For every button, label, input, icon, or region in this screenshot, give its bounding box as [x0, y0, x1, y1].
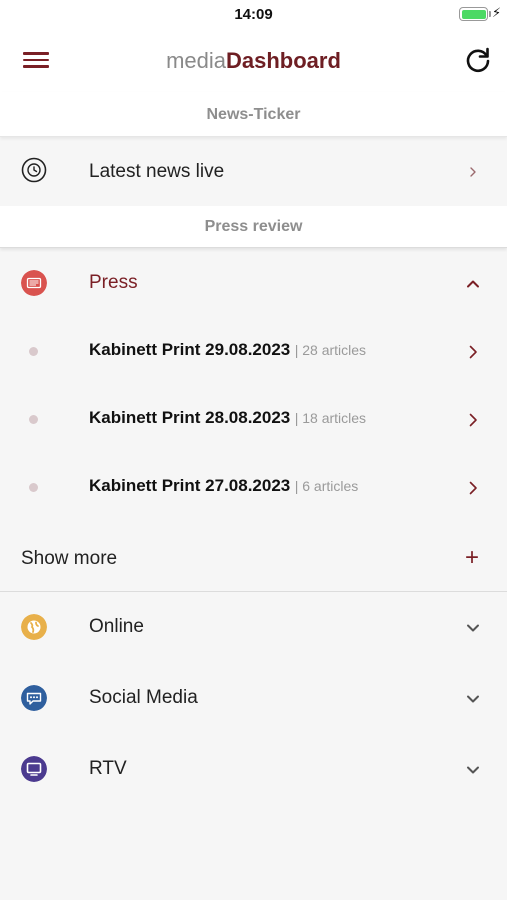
status-bar: 14:09 ⚡: [0, 0, 507, 30]
bullet-dot: [29, 483, 38, 492]
chevron-down-icon: [467, 695, 479, 703]
latest-news-live-label: Latest news live: [89, 161, 225, 182]
chevron-right-icon: [469, 481, 477, 495]
battery-icon: [459, 7, 488, 21]
press-item-count: | 6 articles: [294, 478, 359, 494]
category-rtv[interactable]: RTV: [0, 736, 507, 806]
brand-bold: Dashboard: [226, 48, 341, 73]
press-item-title: Kabinett Print 28.08.2023: [89, 408, 291, 427]
plus-icon: +: [465, 544, 480, 571]
chevron-up-icon: [467, 280, 479, 288]
category-social-media-label: Social Media: [89, 687, 198, 708]
globe-icon: [21, 614, 47, 640]
show-more-label: Show more: [21, 548, 118, 569]
chat-icon: [21, 685, 47, 711]
press-item-title: Kabinett Print 29.08.2023: [89, 340, 291, 359]
chevron-right-icon: [470, 167, 476, 177]
show-more-button[interactable]: Show more +: [0, 524, 507, 592]
category-online[interactable]: Online: [0, 594, 507, 664]
press-review-heading: Press review: [0, 206, 507, 248]
bullet-dot: [29, 415, 38, 424]
press-item-count: | 18 articles: [294, 410, 367, 426]
app-title: mediaDashboard: [0, 48, 507, 74]
charging-bolt-icon: ⚡: [492, 5, 502, 20]
tv-icon: [21, 756, 47, 782]
chevron-down-icon: [467, 766, 479, 774]
news-ticker-heading: News-Ticker: [0, 92, 507, 137]
category-social-media[interactable]: Social Media: [0, 665, 507, 735]
chevron-right-icon: [469, 413, 477, 427]
chevron-down-icon: [467, 624, 479, 632]
battery-tip: [489, 11, 491, 17]
press-item[interactable]: Kabinett Print 27.08.2023 | 6 articles: [0, 454, 507, 522]
category-press[interactable]: Press: [0, 250, 507, 320]
latest-news-live-row[interactable]: Latest news live: [0, 138, 507, 205]
press-item[interactable]: Kabinett Print 29.08.2023 | 28 articles: [0, 318, 507, 386]
category-rtv-label: RTV: [89, 758, 127, 779]
category-online-label: Online: [89, 616, 144, 637]
press-item-title: Kabinett Print 27.08.2023: [89, 476, 291, 495]
press-item-count: | 28 articles: [294, 342, 367, 358]
status-time: 14:09: [234, 6, 273, 23]
category-press-label: Press: [89, 272, 138, 293]
chevron-right-icon: [469, 345, 477, 359]
press-item[interactable]: Kabinett Print 28.08.2023 | 18 articles: [0, 386, 507, 454]
refresh-icon[interactable]: [462, 44, 494, 76]
bullet-dot: [29, 347, 38, 356]
clock-live-icon: [21, 157, 47, 183]
app-header: mediaDashboard: [0, 30, 507, 92]
brand-light: media: [166, 48, 226, 73]
newspaper-icon: [21, 270, 47, 296]
